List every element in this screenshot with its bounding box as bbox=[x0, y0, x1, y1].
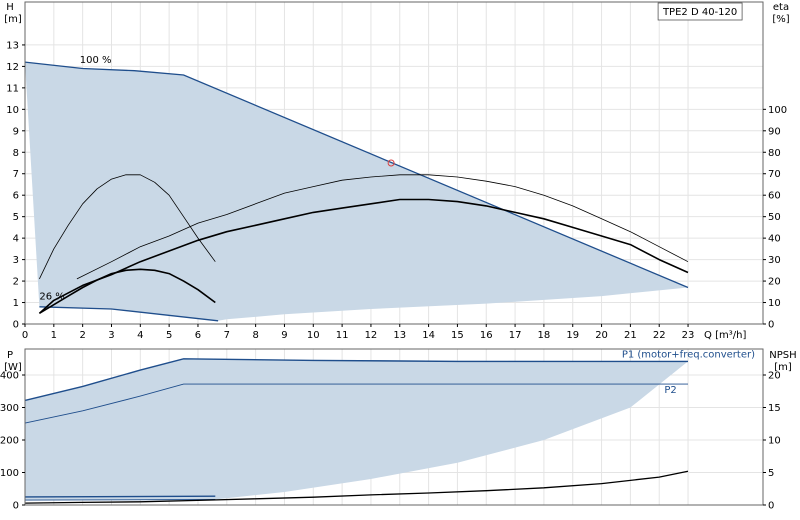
eta-y-tick-label: 40 bbox=[768, 234, 781, 245]
power-y-tick-label: 300 bbox=[0, 403, 19, 414]
npsh-axis-unit: [m] bbox=[774, 362, 792, 373]
flow-x-tick-label: 14 bbox=[422, 330, 435, 341]
head-y-tick-label: 0 bbox=[13, 320, 19, 331]
flow-x-tick-label: 3 bbox=[108, 330, 114, 341]
head-y-tick-label: 11 bbox=[6, 83, 19, 94]
flow-x-tick-label: 9 bbox=[281, 330, 287, 341]
pump-curve-chart: 0123456789101112130102030405060708090100… bbox=[0, 1, 797, 512]
curve-P2-26 bbox=[24, 499, 216, 501]
speed-annotation: 100 % bbox=[80, 55, 112, 66]
head-y-tick-label: 9 bbox=[13, 126, 19, 137]
flow-x-tick-label: 7 bbox=[224, 330, 230, 341]
head-y-tick-label: 10 bbox=[6, 105, 19, 116]
flow-x-tick-label: 8 bbox=[252, 330, 258, 341]
head-y-tick-label: 2 bbox=[13, 277, 19, 288]
npsh-y-tick-label: 5 bbox=[768, 468, 774, 479]
eta-y-tick-label: 90 bbox=[768, 126, 781, 137]
flow-x-tick-label: 18 bbox=[538, 330, 551, 341]
flow-x-tick-label: 0 bbox=[22, 330, 28, 341]
flow-x-tick-label: 15 bbox=[451, 330, 464, 341]
eta-axis-unit: [%] bbox=[772, 14, 789, 25]
flow-x-tick-label: 11 bbox=[336, 330, 349, 341]
head-y-tick-label: 3 bbox=[13, 255, 19, 266]
flow-x-tick-label: 21 bbox=[624, 330, 637, 341]
power-y-tick-label: 200 bbox=[0, 436, 19, 447]
eta-y-tick-label: 0 bbox=[768, 320, 774, 331]
flow-x-tick-label: 4 bbox=[137, 330, 143, 341]
eta-y-tick-label: 80 bbox=[768, 148, 781, 159]
head-axis-label: H bbox=[6, 2, 14, 13]
flow-x-tick-label: 16 bbox=[480, 330, 493, 341]
eta-y-tick-label: 20 bbox=[768, 277, 781, 288]
series-label-p1: P1 (motor+freq.converter) bbox=[622, 349, 755, 360]
flow-x-tick-label: 10 bbox=[307, 330, 320, 341]
flow-x-tick-label: 6 bbox=[195, 330, 201, 341]
npsh-y-tick-label: 10 bbox=[768, 436, 781, 447]
head-y-tick-label: 5 bbox=[13, 212, 19, 223]
npsh-y-tick-label: 15 bbox=[768, 403, 781, 414]
head-y-tick-label: 8 bbox=[13, 148, 19, 159]
head-y-tick-label: 6 bbox=[13, 191, 19, 202]
eta-y-tick-label: 30 bbox=[768, 255, 781, 266]
npsh-axis-label: NPSH bbox=[769, 350, 796, 361]
flow-x-tick-label: 17 bbox=[509, 330, 522, 341]
eta-y-tick-label: 50 bbox=[768, 212, 781, 223]
head-y-tick-label: 1 bbox=[13, 298, 19, 309]
flow-axis-label: Q [m³/h] bbox=[704, 330, 746, 341]
eta-y-tick-label: 60 bbox=[768, 191, 781, 202]
npsh-y-tick-label: 0 bbox=[768, 501, 774, 512]
head-y-tick-label: 13 bbox=[6, 40, 19, 51]
head-y-tick-label: 7 bbox=[13, 169, 19, 180]
flow-x-tick-label: 19 bbox=[566, 330, 579, 341]
pump-model-label: TPE2 D 40-120 bbox=[662, 7, 737, 18]
flow-x-tick-label: 1 bbox=[51, 330, 57, 341]
power-y-tick-label: 100 bbox=[0, 468, 19, 479]
flow-x-tick-label: 13 bbox=[393, 330, 406, 341]
curve-P1-26 bbox=[24, 495, 216, 498]
flow-x-tick-label: 20 bbox=[595, 330, 608, 341]
flow-x-tick-label: 2 bbox=[79, 330, 85, 341]
head-y-tick-label: 12 bbox=[6, 62, 19, 73]
eta-axis-label: eta bbox=[773, 2, 789, 13]
eta-y-tick-label: 70 bbox=[768, 169, 781, 180]
eta-y-tick-label: 100 bbox=[768, 105, 787, 116]
flow-x-tick-label: 23 bbox=[682, 330, 695, 341]
eta-y-tick-label: 10 bbox=[768, 298, 781, 309]
series-label-p2: P2 bbox=[664, 385, 676, 396]
power-axis-label: P bbox=[7, 350, 13, 361]
flow-x-tick-label: 5 bbox=[166, 330, 172, 341]
flow-x-tick-label: 12 bbox=[365, 330, 378, 341]
speed-annotation: 26 % bbox=[39, 291, 64, 302]
power-axis-unit: [W] bbox=[4, 362, 22, 373]
head-y-tick-label: 4 bbox=[13, 234, 19, 245]
flow-x-tick-label: 22 bbox=[653, 330, 666, 341]
head-axis-unit: [m] bbox=[4, 14, 22, 25]
power-y-tick-label: 0 bbox=[13, 501, 19, 512]
